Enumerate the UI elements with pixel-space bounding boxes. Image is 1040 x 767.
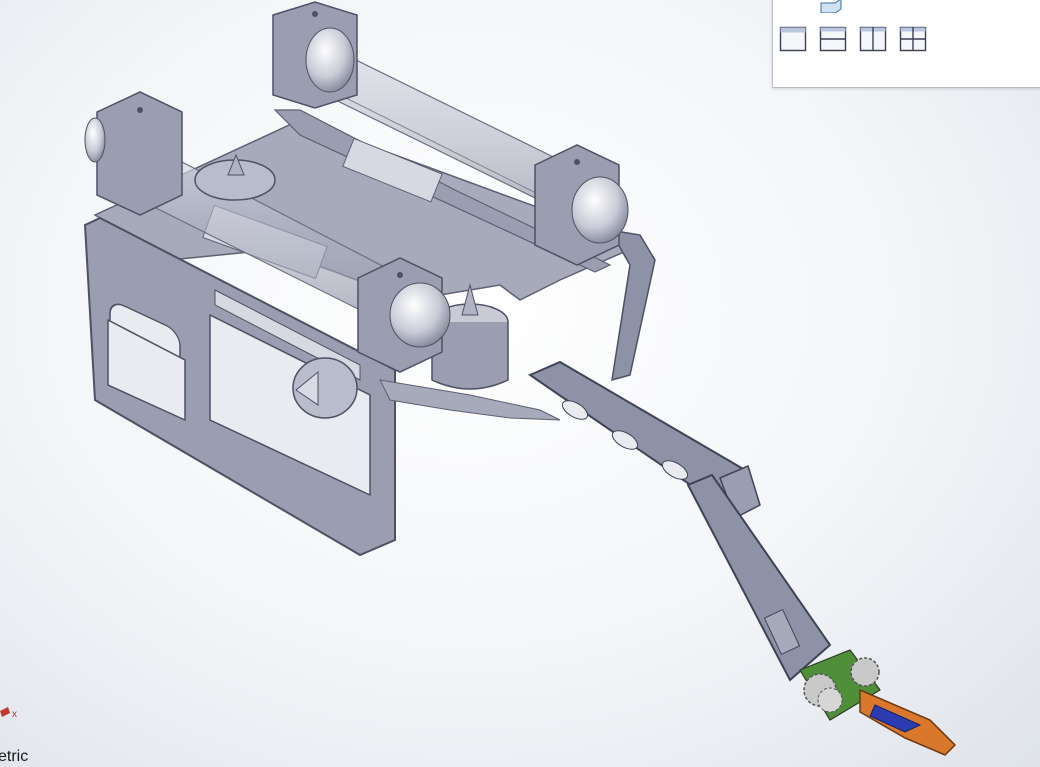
triad-x-label: x	[12, 709, 17, 720]
camera-housing-rear-right	[534, 144, 629, 266]
single-view-icon[interactable]	[779, 26, 807, 52]
four-view-icon[interactable]	[899, 26, 927, 52]
two-view-horizontal-icon[interactable]	[819, 26, 847, 52]
view-layout-panel	[772, 0, 1040, 88]
gripper-assembly	[799, 649, 957, 756]
horizontal-thruster	[292, 357, 358, 419]
camera-housing-front-left	[84, 91, 183, 216]
camera-housing-rear-left	[272, 1, 358, 109]
view-orientation-label: etric	[0, 748, 29, 765]
two-view-vertical-icon[interactable]	[859, 26, 887, 52]
3d-viewport[interactable]	[0, 0, 1040, 767]
camera-housing-front-right	[357, 257, 451, 373]
view-cube-icon[interactable]	[817, 0, 845, 13]
